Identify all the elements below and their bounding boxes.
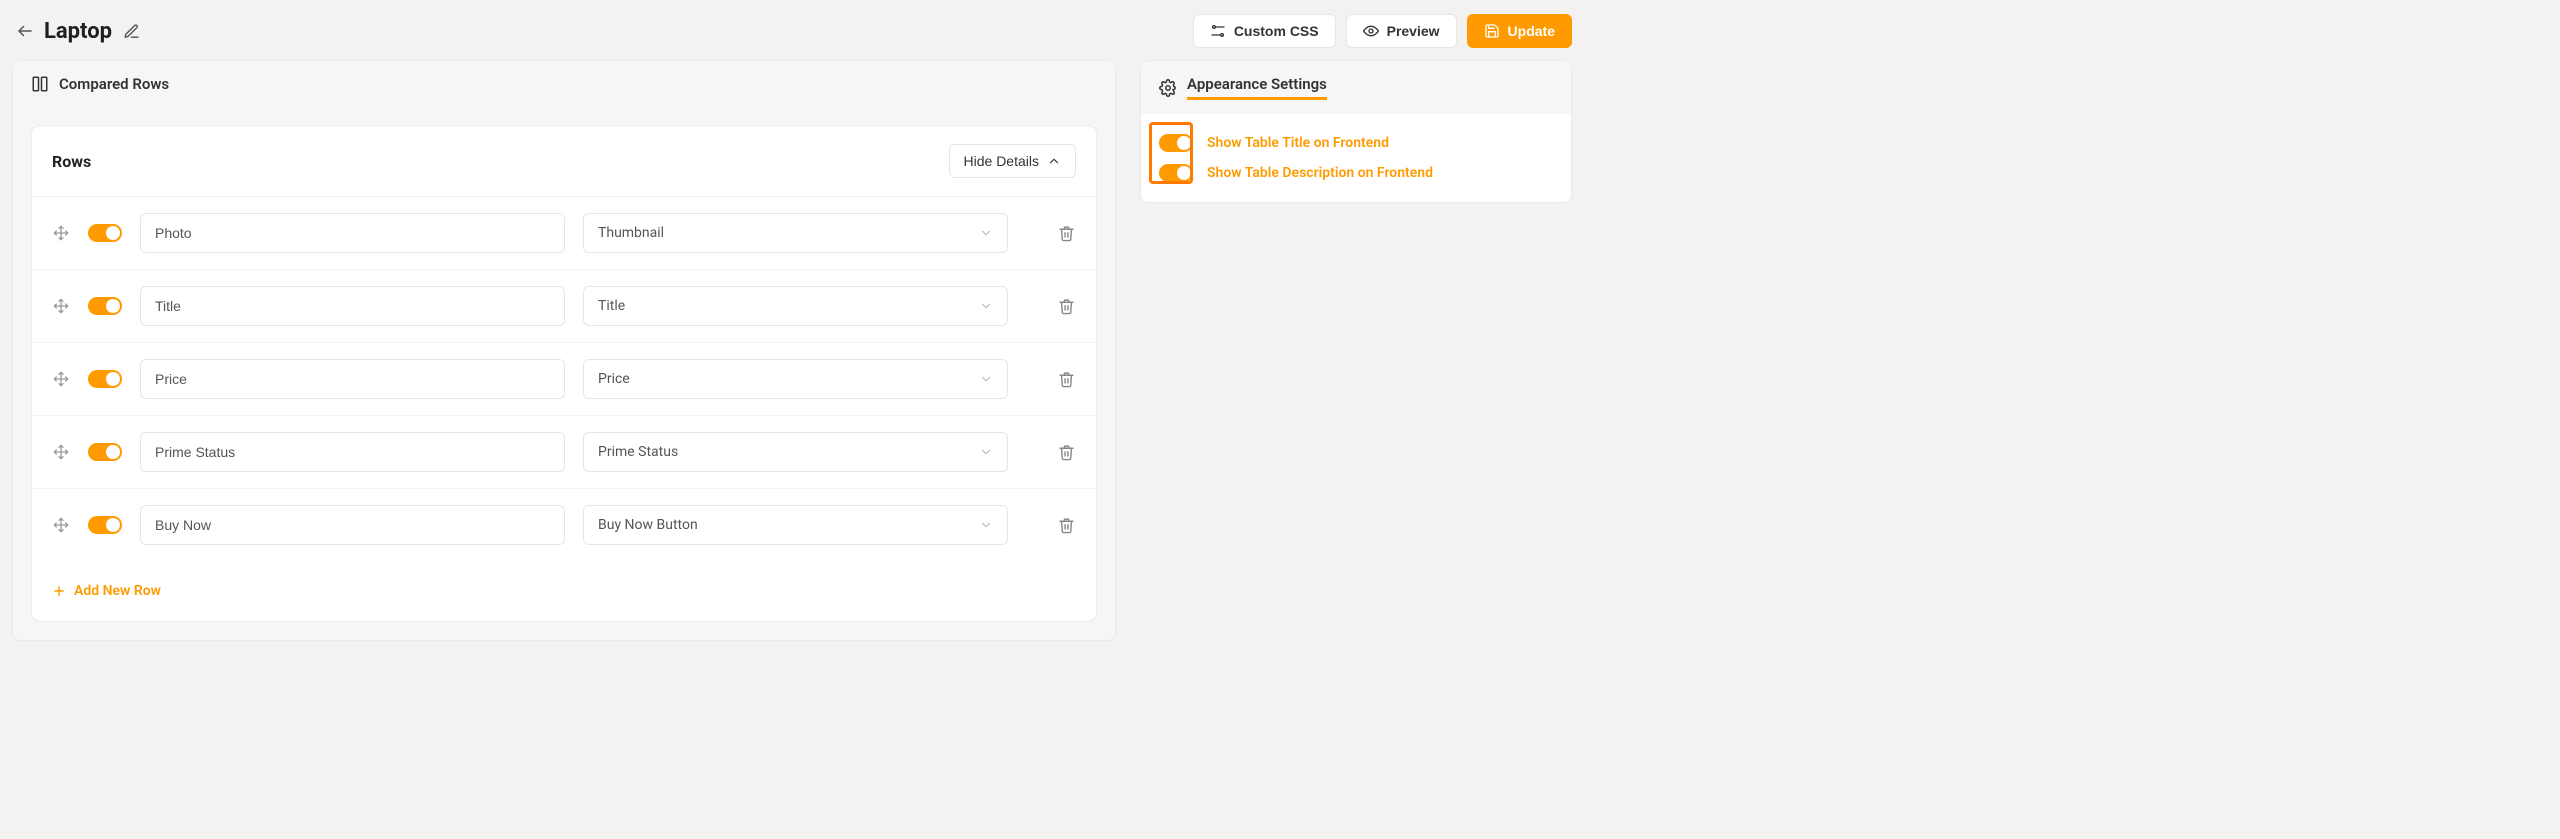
table-row: Title — [32, 270, 1096, 343]
chevron-down-icon — [979, 445, 993, 459]
setting-label-title: Show Table Title on Frontend — [1207, 135, 1389, 151]
row-type-select[interactable]: Prime Status — [583, 432, 1008, 472]
compared-rows-label: Compared Rows — [59, 75, 169, 93]
row-type-select[interactable]: Buy Now Button — [583, 505, 1008, 545]
sliders-icon — [1210, 23, 1226, 39]
table-row: Thumbnail — [32, 197, 1096, 270]
delete-row-button[interactable] — [1056, 515, 1076, 535]
update-label: Update — [1508, 23, 1555, 39]
update-button[interactable]: Update — [1467, 14, 1572, 48]
back-button[interactable] — [16, 22, 34, 40]
hide-details-button[interactable]: Hide Details — [949, 144, 1076, 178]
delete-row-button[interactable] — [1056, 442, 1076, 462]
preview-label: Preview — [1387, 23, 1440, 39]
table-row: Price — [32, 343, 1096, 416]
trash-icon — [1058, 225, 1075, 242]
toggle-show-table-title[interactable] — [1159, 134, 1193, 152]
arrow-left-icon — [16, 22, 34, 40]
edit-title-button[interactable] — [122, 22, 140, 40]
appearance-settings-tab[interactable]: Appearance Settings — [1187, 75, 1327, 100]
drag-handle[interactable] — [52, 516, 70, 534]
rows-card: Rows Hide Details Thumbnail Title Price Pri… — [31, 125, 1097, 622]
drag-handle[interactable] — [52, 224, 70, 242]
appearance-settings-panel: Appearance Settings Show Table Title on … — [1140, 60, 1572, 203]
row-type-value: Title — [598, 298, 625, 314]
chevron-down-icon — [979, 299, 993, 313]
compare-icon — [31, 75, 49, 93]
row-type-value: Prime Status — [598, 444, 678, 460]
table-row: Buy Now Button — [32, 489, 1096, 561]
setting-label-description: Show Table Description on Frontend — [1207, 165, 1433, 181]
row-name-input[interactable] — [140, 286, 565, 326]
row-toggle[interactable] — [88, 224, 122, 242]
row-name-input[interactable] — [140, 432, 565, 472]
delete-row-button[interactable] — [1056, 369, 1076, 389]
trash-icon — [1058, 371, 1075, 388]
chevron-down-icon — [979, 518, 993, 532]
row-name-input[interactable] — [140, 359, 565, 399]
row-toggle[interactable] — [88, 516, 122, 534]
gear-icon — [1159, 79, 1177, 97]
row-type-value: Thumbnail — [598, 225, 664, 241]
custom-css-button[interactable]: Custom CSS — [1193, 14, 1336, 48]
rows-title: Rows — [52, 152, 91, 171]
delete-row-button[interactable] — [1056, 223, 1076, 243]
table-row: Prime Status — [32, 416, 1096, 489]
row-toggle[interactable] — [88, 443, 122, 461]
custom-css-label: Custom CSS — [1234, 23, 1319, 39]
preview-button[interactable]: Preview — [1346, 14, 1457, 48]
row-type-select[interactable]: Title — [583, 286, 1008, 326]
row-name-input[interactable] — [140, 505, 565, 545]
hide-details-label: Hide Details — [964, 153, 1039, 169]
trash-icon — [1058, 517, 1075, 534]
row-toggle[interactable] — [88, 370, 122, 388]
chevron-down-icon — [979, 226, 993, 240]
drag-handle[interactable] — [52, 370, 70, 388]
eye-icon — [1363, 23, 1379, 39]
add-new-row-label: Add New Row — [74, 583, 161, 599]
row-toggle[interactable] — [88, 297, 122, 315]
save-icon — [1484, 23, 1500, 39]
trash-icon — [1058, 444, 1075, 461]
plus-icon — [52, 584, 66, 598]
pencil-icon — [123, 23, 140, 40]
toggle-show-table-description[interactable] — [1159, 164, 1193, 182]
drag-handle[interactable] — [52, 297, 70, 315]
row-name-input[interactable] — [140, 213, 565, 253]
page-title: Laptop — [44, 19, 112, 44]
compared-rows-panel: Compared Rows Rows Hide Details Thumbnai… — [12, 60, 1116, 641]
chevron-up-icon — [1047, 154, 1061, 168]
row-type-select[interactable]: Price — [583, 359, 1008, 399]
add-new-row-button[interactable]: Add New Row — [32, 561, 181, 621]
row-type-value: Buy Now Button — [598, 517, 698, 533]
delete-row-button[interactable] — [1056, 296, 1076, 316]
row-type-value: Price — [598, 371, 630, 387]
chevron-down-icon — [979, 372, 993, 386]
drag-handle[interactable] — [52, 443, 70, 461]
trash-icon — [1058, 298, 1075, 315]
row-type-select[interactable]: Thumbnail — [583, 213, 1008, 253]
